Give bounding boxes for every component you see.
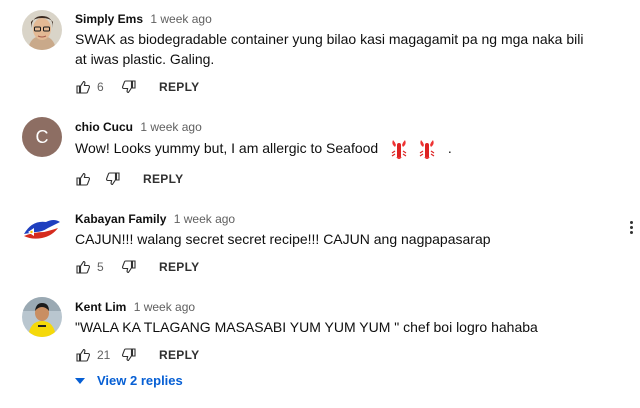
comment-time[interactable]: 1 week ago bbox=[134, 300, 195, 314]
like-icon[interactable] bbox=[75, 347, 91, 363]
comment-actions: 5 REPLY bbox=[75, 257, 199, 277]
avatar-letter: C bbox=[35, 126, 49, 147]
avatar[interactable] bbox=[22, 210, 62, 250]
comment-time[interactable]: 1 week ago bbox=[140, 120, 201, 134]
comment-text-trailing: . bbox=[447, 140, 452, 156]
comment-time[interactable]: 1 week ago bbox=[174, 212, 235, 226]
comment-text: "WALA KA TLAGANG MASASABI YUM YUM YUM " … bbox=[75, 319, 538, 335]
like-icon[interactable] bbox=[75, 259, 91, 275]
lobster-emoji bbox=[391, 140, 407, 160]
dislike-icon[interactable] bbox=[121, 347, 137, 363]
dislike-icon[interactable] bbox=[121, 79, 137, 95]
more-actions-icon[interactable] bbox=[628, 219, 634, 239]
dislike-icon[interactable] bbox=[105, 171, 121, 187]
avatar[interactable] bbox=[22, 10, 62, 50]
author-name[interactable]: Kabayan Family bbox=[75, 212, 166, 226]
comment-actions: 6 REPLY bbox=[75, 77, 199, 97]
like-count: 21 bbox=[97, 348, 111, 362]
like-icon[interactable] bbox=[75, 171, 91, 187]
comment-text: CAJUN!!! walang secret secret recipe!!! … bbox=[75, 231, 491, 247]
photo-avatar-girl-glasses bbox=[22, 10, 62, 50]
author-name[interactable]: Simply Ems bbox=[75, 12, 143, 26]
like-icon[interactable] bbox=[75, 79, 91, 95]
photo-avatar-child-yellow-shirt bbox=[22, 297, 62, 337]
comment-text-body: Wow! Looks yummy but, I am allergic to S… bbox=[75, 140, 379, 156]
comment-header: chio Cucu 1 week ago bbox=[75, 120, 202, 134]
dislike-icon[interactable] bbox=[121, 259, 137, 275]
comment-text: Wow! Looks yummy but, I am allergic to S… bbox=[75, 138, 595, 160]
like-count: 6 bbox=[97, 80, 104, 94]
comment-time[interactable]: 1 week ago bbox=[150, 12, 211, 26]
view-replies-button[interactable]: View 2 replies bbox=[75, 373, 183, 388]
reply-button[interactable]: REPLY bbox=[143, 172, 183, 186]
comment-text: SWAK as biodegradable container yung bil… bbox=[75, 31, 584, 67]
comment-header: Kent Lim 1 week ago bbox=[75, 300, 195, 314]
comment-actions: 21 REPLY bbox=[75, 345, 199, 365]
comment-actions: REPLY bbox=[75, 169, 183, 189]
avatar[interactable]: C bbox=[22, 117, 62, 157]
view-replies-label: View 2 replies bbox=[97, 373, 183, 388]
author-name[interactable]: Kent Lim bbox=[75, 300, 126, 314]
author-name[interactable]: chio Cucu bbox=[75, 120, 133, 134]
lobster-emoji bbox=[419, 140, 435, 160]
reply-button[interactable]: REPLY bbox=[159, 80, 199, 94]
reply-button[interactable]: REPLY bbox=[159, 260, 199, 274]
like-count: 5 bbox=[97, 260, 104, 274]
caret-down-icon bbox=[75, 377, 85, 384]
philippine-flag-bird-avatar bbox=[24, 220, 60, 239]
reply-button[interactable]: REPLY bbox=[159, 348, 199, 362]
comment-header: Kabayan Family 1 week ago bbox=[75, 212, 235, 226]
avatar[interactable] bbox=[22, 297, 62, 337]
comment-header: Simply Ems 1 week ago bbox=[75, 12, 212, 26]
